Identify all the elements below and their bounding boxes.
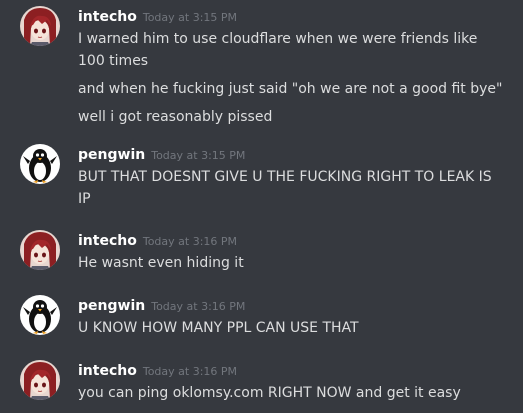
message-line: you can ping oklomsy.com RIGHT NOW and g…	[78, 385, 461, 401]
message-header: pengwin Today at 3:15 PM	[78, 144, 245, 164]
anime-girl-avatar-icon	[20, 360, 60, 400]
timestamp: Today at 3:16 PM	[142, 235, 238, 248]
message-header: intecho Today at 3:16 PM	[78, 360, 237, 380]
message-header: intecho Today at 3:15 PM	[78, 6, 237, 26]
chat-messages: intecho Today at 3:15 PM I warned him to …	[0, 0, 523, 413]
message-line: U KNOW HOW MANY PPL CAN USE THAT	[78, 320, 359, 336]
timestamp: Today at 3:16 PM	[151, 300, 246, 313]
message-content: U KNOW HOW MANY PPL CAN USE THAT	[78, 317, 508, 339]
penguin-avatar-icon	[20, 144, 60, 184]
avatar[interactable]	[20, 230, 60, 270]
message-content: BUT THAT DOESNT GIVE U THE FUCKING RIGHT…	[78, 166, 508, 210]
timestamp: Today at 3:15 PM	[151, 149, 246, 162]
anime-girl-avatar-icon	[20, 230, 60, 270]
avatar[interactable]	[20, 6, 60, 46]
timestamp: Today at 3:16 PM	[142, 365, 238, 378]
username[interactable]: intecho	[78, 363, 137, 379]
username[interactable]: intecho	[78, 9, 137, 25]
message-header: pengwin Today at 3:16 PM	[78, 295, 245, 315]
penguin-avatar-icon	[20, 295, 60, 335]
message-content: He wasnt even hiding it	[78, 252, 508, 274]
message-content: you can ping oklomsy.com RIGHT NOW and g…	[78, 382, 508, 404]
username[interactable]: pengwin	[78, 147, 145, 163]
message-line: well i got reasonably pissed	[78, 109, 273, 125]
avatar[interactable]	[20, 360, 60, 400]
message-content: I warned him to use cloudflare when we w…	[78, 28, 508, 128]
timestamp: Today at 3:15 PM	[142, 11, 238, 24]
message-line: I warned him to use cloudflare when we w…	[78, 31, 478, 69]
message-line: BUT THAT DOESNT GIVE U THE FUCKING RIGHT…	[78, 169, 492, 207]
anime-girl-avatar-icon	[20, 6, 60, 46]
message-header: intecho Today at 3:16 PM	[78, 230, 237, 250]
message-line: He wasnt even hiding it	[78, 255, 244, 271]
avatar[interactable]	[20, 295, 60, 335]
avatar[interactable]	[20, 144, 60, 184]
username[interactable]: pengwin	[78, 298, 145, 314]
username[interactable]: intecho	[78, 233, 137, 249]
message-line: and when he fucking just said "oh we are…	[78, 81, 503, 97]
